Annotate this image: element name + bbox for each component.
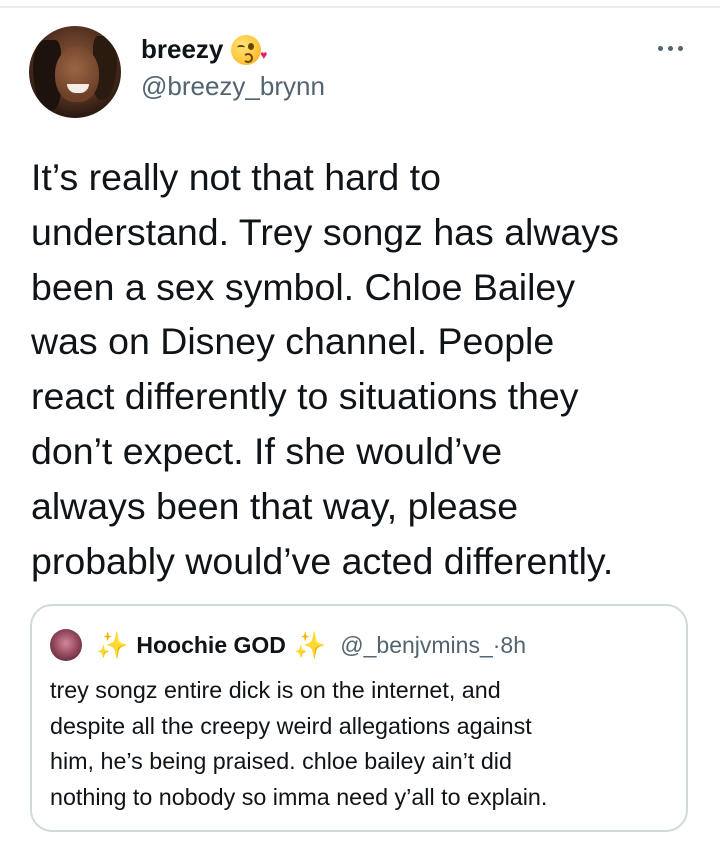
- quoted-author-name[interactable]: Hoochie GOD: [136, 632, 286, 659]
- quoted-author-handle[interactable]: @_benjvmins_: [340, 632, 492, 659]
- quoted-tweet-header: ✨ Hoochie GOD ✨ @_benjvmins_ · 8h: [50, 628, 526, 662]
- quoted-author-avatar[interactable]: [50, 629, 82, 661]
- avatar-face: [55, 46, 99, 102]
- sparkles-icon: ✨: [96, 630, 129, 660]
- author-avatar[interactable]: [29, 26, 121, 118]
- tweet: breezy ♥ @breezy_brynn It’s really not t…: [0, 0, 720, 843]
- sparkles-icon: ✨: [293, 630, 327, 660]
- more-options-icon[interactable]: [655, 42, 685, 54]
- quoted-tweet-text: trey songz entire dick is on the interne…: [50, 677, 548, 810]
- author-name[interactable]: breezy ♥: [141, 34, 267, 65]
- author-display-name[interactable]: breezy: [141, 34, 223, 65]
- author-handle[interactable]: @breezy_brynn: [141, 71, 325, 102]
- kissing-face-emoji-icon: ♥: [231, 34, 267, 65]
- quoted-timestamp[interactable]: 8h: [500, 632, 526, 659]
- tweet-text: It’s really not that hard to understand.…: [31, 156, 619, 582]
- quoted-separator: ·: [492, 631, 501, 658]
- quoted-tweet[interactable]: ✨ Hoochie GOD ✨ @_benjvmins_ · 8h trey s…: [30, 604, 688, 832]
